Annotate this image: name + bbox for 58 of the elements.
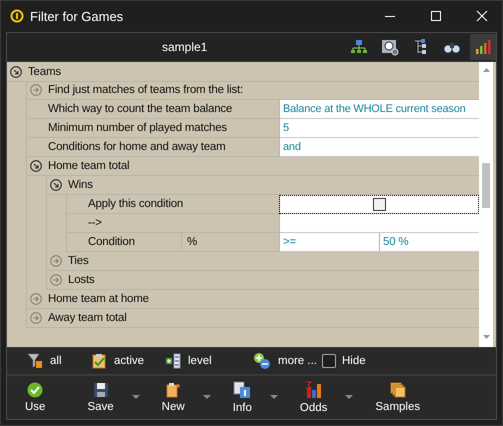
caret-icon[interactable] <box>345 395 354 400</box>
checkbox[interactable] <box>373 198 386 210</box>
funnel-icon <box>27 353 43 369</box>
hide-checkbox[interactable]: Hide <box>322 354 366 368</box>
app-icon <box>10 9 24 23</box>
check-icon <box>27 382 44 398</box>
group-label[interactable]: Losts <box>68 274 94 286</box>
info-button[interactable]: Info <box>228 381 256 414</box>
filter-button[interactable]: all <box>27 353 91 369</box>
close-icon[interactable] <box>476 10 488 22</box>
group-label[interactable]: Wins <box>68 179 93 191</box>
collapse-icon[interactable] <box>30 160 42 172</box>
list-icon <box>165 353 181 369</box>
samples-button[interactable]: Samples <box>371 382 424 413</box>
clipboard-check-icon <box>91 353 107 369</box>
group-label[interactable]: Home team at home <box>48 293 149 305</box>
group-label[interactable]: Find just matches of teams from the list: <box>48 84 244 96</box>
group-label[interactable]: Teams <box>28 66 61 78</box>
property-label: Which way to count the team balance <box>48 103 232 115</box>
caret-icon[interactable] <box>270 395 278 400</box>
group-label[interactable]: Home team total <box>48 160 130 172</box>
scrollbar-thumb[interactable] <box>482 163 490 208</box>
property-value[interactable]: and <box>279 138 479 157</box>
filter-button[interactable]: more ... <box>253 352 317 370</box>
filter-button[interactable]: level <box>165 353 253 369</box>
save-button[interactable]: Save <box>83 382 118 413</box>
property-label: --> <box>88 217 102 229</box>
use-button[interactable]: Use <box>21 382 50 413</box>
info-icon <box>233 381 252 399</box>
bar-chart-icon[interactable] <box>470 34 496 60</box>
window-title: Filter for Games <box>30 8 124 24</box>
odds-button[interactable]: Odds <box>296 381 332 414</box>
caret-icon[interactable] <box>202 395 211 400</box>
plus-minus-icon <box>253 352 271 370</box>
scrollbar[interactable] <box>479 62 493 347</box>
property-label: Conditions for home and away team <box>48 141 226 153</box>
caret-icon[interactable] <box>132 395 140 400</box>
property-value[interactable]: Balance at the WHOLE current season <box>279 100 479 119</box>
group-label[interactable]: Ties <box>68 255 88 267</box>
new-button[interactable]: New <box>158 382 189 413</box>
scroll-down-icon[interactable] <box>482 335 490 339</box>
collapse-icon[interactable] <box>10 66 22 78</box>
maximize-icon[interactable] <box>430 10 442 22</box>
condition-value[interactable]: 50 % <box>379 233 479 252</box>
filter-button[interactable]: active <box>91 353 165 369</box>
collapse-icon[interactable] <box>50 179 62 191</box>
group-label[interactable]: Away team total <box>48 312 127 324</box>
new-document-icon <box>165 382 182 398</box>
bar-chart-icon <box>304 381 323 399</box>
pages-icon <box>390 382 406 398</box>
property-value[interactable]: 5 <box>279 119 479 138</box>
operator-value[interactable]: >= <box>279 233 379 252</box>
property-label: Condition <box>88 236 135 248</box>
unit-label: % <box>187 236 198 248</box>
property-label: Minimum number of played matches <box>48 122 227 134</box>
scroll-up-icon[interactable] <box>482 68 490 72</box>
property-label: Apply this condition <box>88 198 184 210</box>
sample-title: sample1 <box>162 40 208 54</box>
